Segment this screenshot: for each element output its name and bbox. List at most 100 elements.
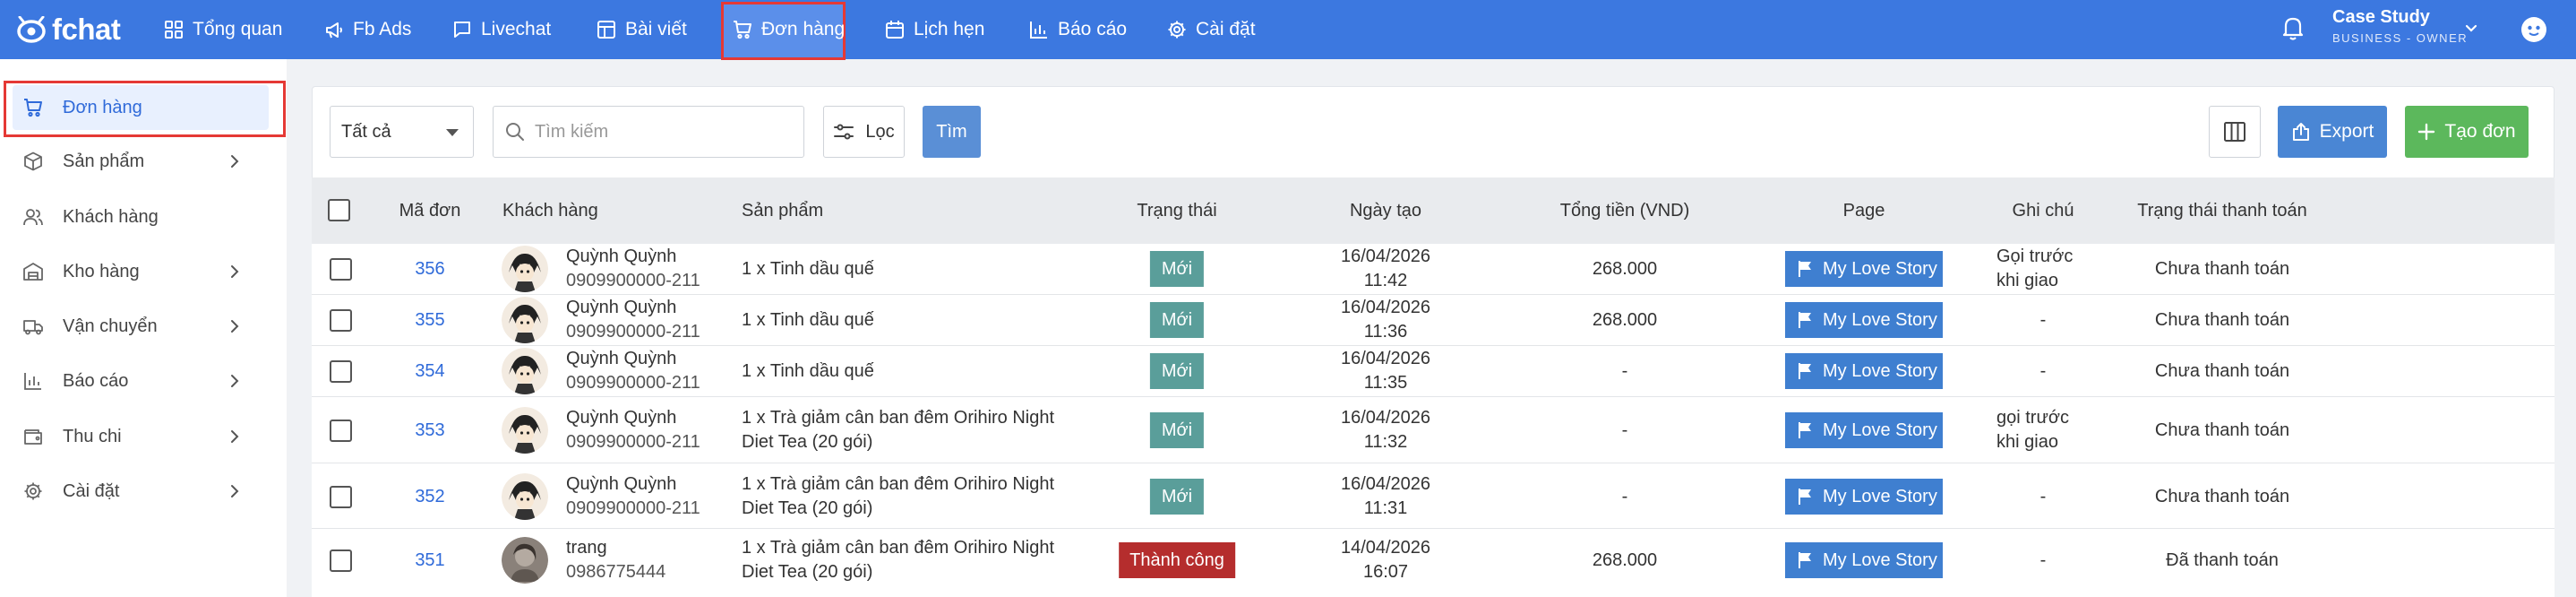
- table-row[interactable]: 351 trang 0986775444 1 x Trà giảm cân ba…: [312, 529, 2555, 597]
- sidebar-item-van-chuyen[interactable]: Vận chuyển: [13, 304, 269, 349]
- sidebar-item-label: Sản phẩm: [63, 151, 145, 171]
- avatar: [502, 246, 548, 292]
- export-button-label: Export: [2319, 121, 2374, 142]
- nav-item-tong-quan[interactable]: Tổng quan: [164, 12, 282, 48]
- nav-item-cai-dat[interactable]: Cài đặt: [1167, 12, 1256, 48]
- column-header[interactable]: Trạng thái: [1137, 201, 1216, 221]
- columns-button[interactable]: [2209, 106, 2261, 158]
- page-tag[interactable]: My Love Story: [1785, 412, 1943, 448]
- status-badge: Mới: [1149, 412, 1205, 448]
- chevron-down-icon[interactable]: [2463, 20, 2479, 36]
- created-date: 16/04/2026: [1340, 474, 1431, 494]
- box-icon: [24, 151, 42, 171]
- column-header[interactable]: Trạng thái thanh toán: [2137, 201, 2306, 221]
- table-row[interactable]: 355 Quỳnh Quỳnh 0909900000-211 1 x Tinh …: [312, 295, 2555, 346]
- sidebar-item-bao-cao[interactable]: Báo cáo: [13, 359, 269, 403]
- page-tag-label: My Love Story: [1823, 549, 1937, 570]
- product-text: 1 x Trà giảm cân ban đêm Orihiro Night: [742, 474, 1055, 494]
- create-order-button[interactable]: Tạo đơn: [2405, 106, 2529, 158]
- chat-bot-icon[interactable]: [2520, 16, 2547, 43]
- page-tag[interactable]: My Love Story: [1785, 542, 1943, 578]
- column-header[interactable]: Sản phẩm: [742, 201, 823, 221]
- nav-item-label: Tổng quan: [193, 19, 283, 39]
- nav-item-label: Báo cáo: [1058, 19, 1128, 39]
- sidebar-item-label: Khách hàng: [63, 206, 159, 227]
- bell-icon[interactable]: [2281, 15, 2305, 40]
- created-date: 14/04/2026: [1340, 538, 1431, 558]
- column-header[interactable]: Page: [1843, 201, 1885, 221]
- nav-item-fb-ads[interactable]: Fb Ads: [324, 12, 411, 48]
- user-menu[interactable]: Case Study BUSINESS - OWNER: [2332, 7, 2468, 45]
- find-button[interactable]: Tìm: [923, 106, 981, 158]
- order-id-link[interactable]: 354: [415, 359, 444, 384]
- order-id-link[interactable]: 355: [415, 308, 444, 333]
- nav-item-lich-hen[interactable]: Lịch hẹn: [885, 12, 984, 48]
- highlight-box: [4, 81, 286, 137]
- created-time: 11:35: [1363, 373, 1408, 393]
- table-row[interactable]: 356 Quỳnh Quỳnh 0909900000-211 1 x Tinh …: [312, 244, 2555, 295]
- sidebar-item-san-pham[interactable]: Sản phẩm: [13, 139, 269, 184]
- row-checkbox[interactable]: [330, 420, 352, 442]
- export-button[interactable]: Export: [2278, 106, 2387, 158]
- logo[interactable]: fchat: [16, 13, 121, 47]
- cart-icon: [734, 21, 751, 39]
- table-row[interactable]: 354 Quỳnh Quỳnh 0909900000-211 1 x Tinh …: [312, 346, 2555, 397]
- page-tag[interactable]: My Love Story: [1785, 302, 1943, 338]
- grid-icon: [165, 21, 183, 39]
- status-badge: Mới: [1149, 479, 1205, 515]
- search-box[interactable]: [493, 106, 804, 158]
- table-row[interactable]: 353 Quỳnh Quỳnh 0909900000-211 1 x Trà g…: [312, 397, 2555, 463]
- created-time: 11:31: [1363, 498, 1408, 518]
- wallet-icon: [24, 429, 42, 445]
- nav-item-don-hang[interactable]: Đơn hàng: [733, 12, 845, 48]
- order-id-link[interactable]: 353: [415, 419, 444, 443]
- product-text: Diet Tea (20 gói): [742, 498, 873, 518]
- filter-button[interactable]: Lọc: [823, 106, 905, 158]
- nav-item-livechat[interactable]: Livechat: [452, 12, 551, 48]
- order-id-link[interactable]: 352: [415, 485, 444, 509]
- photo-avatar-icon: [502, 537, 548, 584]
- column-header[interactable]: Ghi chú: [2013, 201, 2074, 221]
- created-date: 16/04/2026: [1340, 298, 1431, 317]
- sidebar-item-label: Thu chi: [63, 426, 122, 446]
- order-id-link[interactable]: 356: [415, 257, 444, 281]
- flag-icon: [1799, 489, 1811, 505]
- row-checkbox[interactable]: [330, 360, 352, 383]
- users-icon: [23, 209, 43, 226]
- row-checkbox[interactable]: [330, 549, 352, 572]
- column-header[interactable]: Ngày tạo: [1350, 201, 1421, 221]
- page-tag[interactable]: My Love Story: [1785, 479, 1943, 515]
- row-checkbox[interactable]: [330, 258, 352, 281]
- product-text: Diet Tea (20 gói): [742, 562, 873, 582]
- note-text: khi giao: [1996, 432, 2058, 452]
- sidebar-item-thu-chi[interactable]: Thu chi: [13, 414, 269, 459]
- page-tag[interactable]: My Love Story: [1785, 251, 1943, 287]
- column-header[interactable]: Tổng tiền (VND): [1560, 201, 1690, 221]
- sidebar-item-khach-hang[interactable]: Khách hàng: [13, 195, 269, 239]
- nav-item-bao-cao[interactable]: Báo cáo: [1029, 12, 1127, 48]
- created-time: 16:07: [1362, 562, 1409, 582]
- row-checkbox[interactable]: [330, 486, 352, 508]
- search-input[interactable]: [535, 121, 794, 143]
- sidebar-item-cai-dat[interactable]: Cài đặt: [13, 469, 269, 514]
- nav-item-label: Lịch hẹn: [914, 19, 985, 39]
- bar-chart-icon: [1030, 22, 1047, 39]
- table-row[interactable]: 352 Quỳnh Quỳnh 0909900000-211 1 x Trà g…: [312, 463, 2555, 529]
- table-header: Mã đơn Khách hàng Sản phẩm Trạng thái Ng…: [312, 177, 2555, 244]
- status-select[interactable]: Tất cả: [330, 106, 474, 158]
- page-tag-label: My Love Story: [1823, 486, 1937, 506]
- customer-phone: 0909900000-211: [566, 373, 700, 393]
- sidebar-item-kho-hang[interactable]: Kho hàng: [13, 249, 269, 294]
- column-header[interactable]: Mã đơn: [399, 201, 461, 221]
- customer-name: Quỳnh Quỳnh: [566, 408, 677, 428]
- avatar: [502, 537, 548, 584]
- column-header[interactable]: Khách hàng: [502, 201, 598, 221]
- order-id-link[interactable]: 351: [415, 549, 444, 573]
- created-time: 11:36: [1363, 322, 1408, 342]
- select-all-checkbox[interactable]: [328, 199, 350, 221]
- page-tag[interactable]: My Love Story: [1785, 353, 1943, 389]
- robot-eye-icon: [17, 16, 46, 43]
- chat-icon: [454, 22, 470, 38]
- nav-item-bai-viet[interactable]: Bài viết: [597, 12, 687, 48]
- row-checkbox[interactable]: [330, 309, 352, 332]
